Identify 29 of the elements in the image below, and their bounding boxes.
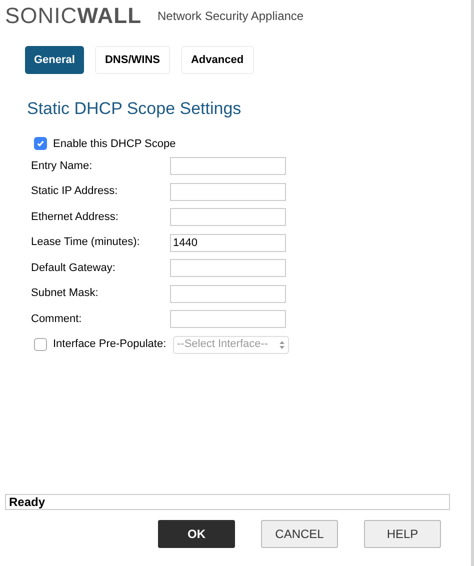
checkmark-icon [36, 139, 45, 148]
input-field[interactable] [170, 259, 286, 277]
tab[interactable]: DNS/WINS [94, 46, 170, 74]
field-label: Static IP Address: [31, 184, 119, 200]
dialog-button[interactable]: OK [158, 520, 235, 548]
field-label: Entry Name: [31, 158, 94, 174]
field-label: Comment: [31, 312, 83, 327]
field-label: Subnet Mask: [31, 286, 100, 302]
input-field[interactable] [170, 208, 286, 226]
section-heading: Static DHCP Scope Settings [27, 98, 242, 120]
dialog-button[interactable]: CANCEL [261, 520, 338, 548]
input-field[interactable] [170, 157, 286, 175]
tab[interactable]: General [25, 46, 84, 74]
field-label: Ethernet Address: [31, 210, 120, 225]
updown-icon [279, 340, 285, 350]
input-field[interactable] [170, 310, 286, 328]
status-bar: Ready [5, 494, 450, 510]
product-name: Network Security Appliance [158, 8, 304, 25]
input-field[interactable] [170, 284, 286, 302]
field-label: Default Gateway: [31, 260, 116, 276]
field-label: Lease Time (minutes): [31, 235, 141, 250]
tab[interactable]: Advanced [180, 46, 254, 74]
field-label: Interface Pre-Populate: [53, 337, 168, 352]
checkbox-label: Enable this DHCP Scope [53, 136, 176, 152]
dialog-button[interactable]: HELP [364, 520, 441, 548]
logo: SONICWALL [5, 5, 142, 27]
input-field[interactable] [170, 182, 286, 200]
checkbox[interactable] [34, 137, 47, 150]
input-field[interactable]: 1440 [170, 234, 286, 252]
